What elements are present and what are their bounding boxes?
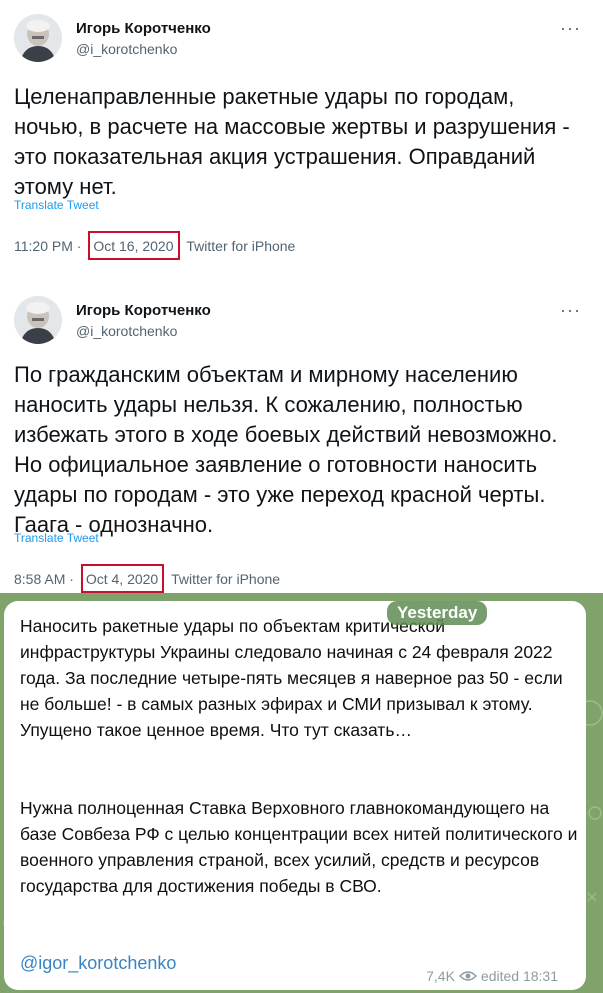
edited-time: edited 18:31: [480, 968, 558, 984]
more-options-icon[interactable]: ···: [560, 300, 581, 321]
view-count: 7,4K: [426, 968, 455, 984]
meta-separator: ·: [69, 570, 74, 587]
author-avatar[interactable]: [14, 296, 62, 344]
date-badge: Yesterday: [387, 601, 488, 625]
author-name[interactable]: Игорь Коротченко: [76, 20, 211, 37]
eye-icon: [458, 971, 477, 981]
translate-tweet-link[interactable]: Translate Tweet: [14, 198, 99, 212]
translate-tweet-link[interactable]: Translate Tweet: [14, 531, 99, 545]
message-paragraph-1: Наносить ракетные удары по объектам крит…: [20, 616, 563, 740]
tweet-date-highlighted[interactable]: Oct 16, 2020: [88, 231, 180, 260]
tweet-text: По гражданским объектам и мирному населе…: [14, 362, 558, 537]
message-meta: 7,4K edited 18:31: [426, 968, 558, 984]
tweet-time[interactable]: 8:58 AM: [14, 571, 65, 587]
tweet-meta: 8:58 AM · Oct 4, 2020 Twitter for iPhone: [14, 564, 280, 593]
tweet-source: Twitter for iPhone: [171, 570, 281, 587]
tweet-meta: 11:20 PM · Oct 16, 2020 Twitter for iPho…: [14, 231, 295, 260]
tweet-card-2: Игорь Коротченко @i_korotchenko ··· По г…: [0, 282, 603, 593]
tweet-card-1: Игорь Коротченко @i_korotchenko ··· Целе…: [0, 0, 603, 282]
author-name[interactable]: Игорь Коротченко: [76, 302, 211, 319]
message-bubble[interactable]: Наносить ракетные удары по объектам крит…: [4, 601, 586, 990]
tweet-source: Twitter for iPhone: [186, 237, 296, 254]
meta-separator: ·: [76, 237, 82, 254]
message-paragraph-2: Нужна полноценная Ставка Верховного глав…: [20, 798, 578, 896]
author-avatar[interactable]: [14, 14, 62, 62]
channel-link[interactable]: @igor_korotchenko: [20, 953, 176, 974]
telegram-chat-background: Наносить ракетные удары по объектам крит…: [0, 593, 603, 993]
more-options-icon[interactable]: ···: [560, 18, 581, 39]
tweet-date-highlighted[interactable]: Oct 4, 2020: [80, 564, 165, 593]
tweet-time[interactable]: 11:20 PM: [14, 238, 73, 254]
author-handle[interactable]: @i_korotchenko: [76, 41, 177, 57]
tweet-text: Целенаправленные ракетные удары по город…: [14, 84, 570, 199]
author-handle[interactable]: @i_korotchenko: [76, 323, 177, 339]
